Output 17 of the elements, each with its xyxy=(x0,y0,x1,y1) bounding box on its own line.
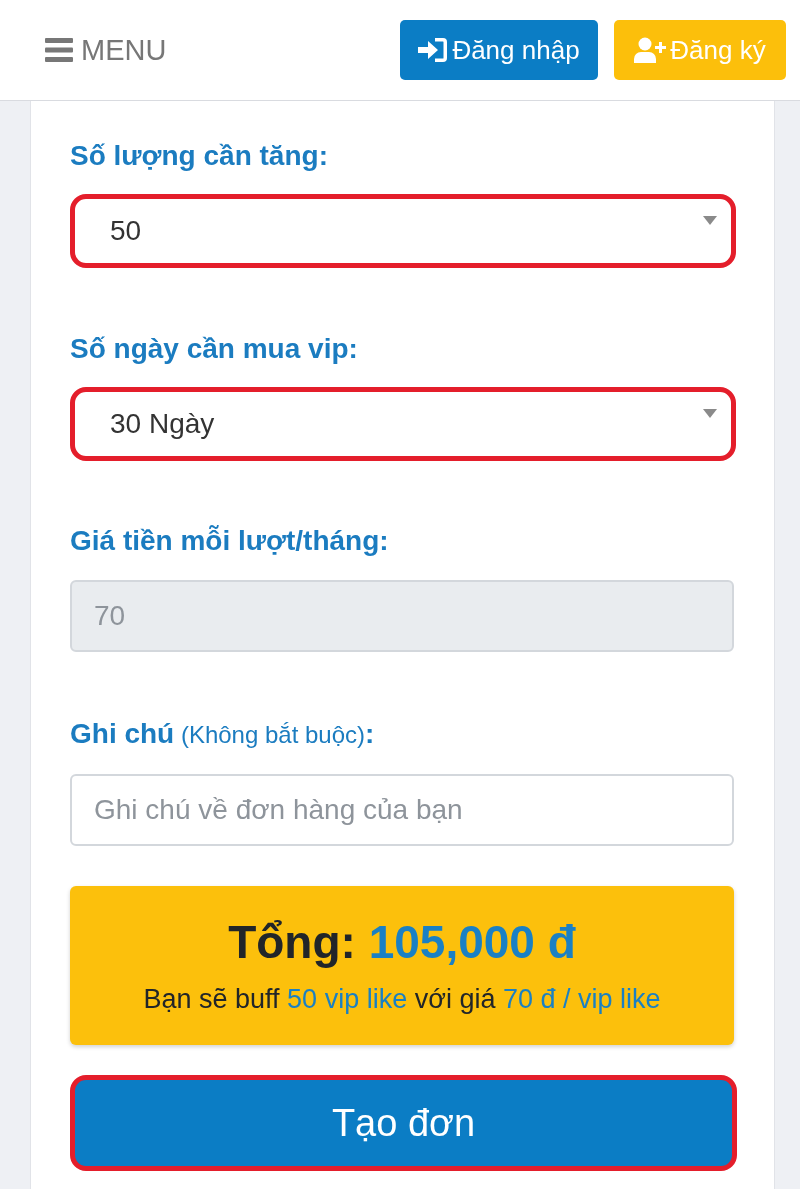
field-label: Ghi chú (Không bắt buộc): xyxy=(70,717,376,751)
create-order-button[interactable]: Tạo đơn xyxy=(70,1075,737,1171)
order-summary-text: Bạn sẽ buff 50 vip like với giá 70 đ / vip like xyxy=(143,982,661,1016)
menu-button[interactable]: MENU xyxy=(45,35,167,65)
login-button[interactable]: Đăng nhập xyxy=(400,20,598,80)
input-field[interactable]: Ghi chú về đơn hàng của bạn xyxy=(70,774,734,846)
field-label: Số ngày cần mua vip: xyxy=(70,332,359,366)
user-plus-icon xyxy=(634,37,667,63)
sign-in-icon xyxy=(418,37,449,63)
menu-icon xyxy=(45,38,73,62)
caret-icon xyxy=(703,216,717,225)
field-label: Giá tiền mỗi lượt/tháng: xyxy=(70,524,390,558)
dropdown-field[interactable]: 30 Ngày xyxy=(70,387,736,461)
total-amount: Tổng: 105,000 đ xyxy=(228,915,576,968)
dropdown-field[interactable]: 50 xyxy=(70,194,736,268)
caret-icon xyxy=(703,409,717,418)
field-label: Số lượng cần tăng: xyxy=(70,139,329,173)
